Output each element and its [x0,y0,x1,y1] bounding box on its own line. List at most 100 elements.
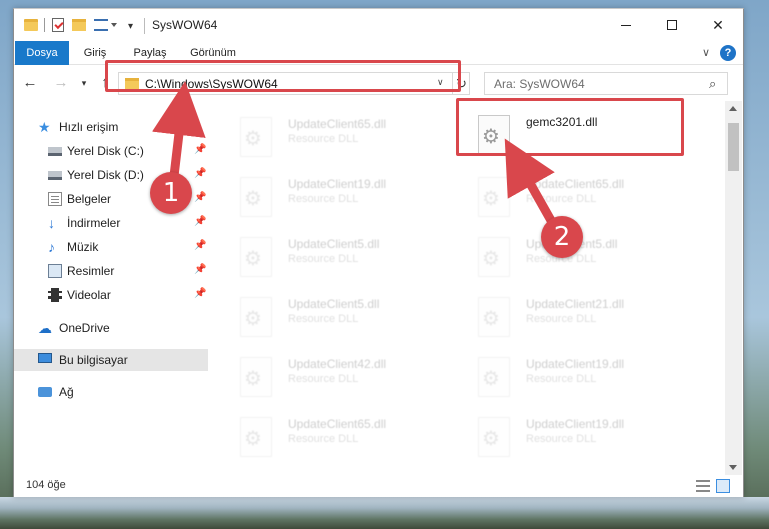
file-tile[interactable]: UpdateClient5.dll Resource DLL [232,289,462,345]
file-tile[interactable]: UpdateClient65.dll Resource DLL [470,169,700,225]
dll-file-icon [240,297,272,337]
pin-icon[interactable]: 📌 [194,240,206,251]
expand-ribbon-icon[interactable]: ∨ [702,46,710,59]
minimize-icon [621,24,631,26]
sidebar-item-network[interactable]: Ağ [14,381,208,403]
tab-share[interactable]: Paylaş [124,41,176,65]
folder-icon [125,78,139,89]
maximize-icon [667,20,677,30]
address-bar[interactable]: C:\Windows\SysWOW64 ∨ ↻ [118,72,470,95]
back-button[interactable]: ← [20,73,40,93]
search-placeholder: Ara: SysWOW64 [494,77,585,91]
tiles-view-icon[interactable] [716,479,730,493]
dll-file-icon [240,177,272,217]
pin-icon[interactable]: 📌 [194,288,206,299]
sidebar-item-pictures[interactable]: Resimler 📌 [14,260,208,282]
dll-file-icon [240,117,272,157]
file-tile[interactable]: UpdateClient42.dll Resource DLL [232,349,462,405]
file-tile[interactable]: UpdateClient19.dll Resource DLL [470,349,700,405]
sidebar-item-disk-c[interactable]: Yerel Disk (C:) 📌 [14,140,208,162]
dll-file-icon [478,297,510,337]
sidebar-item-music[interactable]: ♪ Müzik 📌 [14,236,208,258]
file-name: UpdateClient19.dll [526,357,625,371]
network-icon [38,387,52,397]
minimize-button[interactable] [603,9,649,41]
file-tile[interactable]: UpdateClient65.dll Resource DLL [232,109,462,165]
tab-file[interactable]: Dosya [15,41,69,65]
vertical-scrollbar[interactable] [725,101,742,475]
sidebar-item-label: Hızlı erişim [59,120,119,134]
sidebar-item-this-pc[interactable]: Bu bilgisayar [14,349,208,371]
forward-button[interactable]: → [51,73,71,93]
step-1-badge: 1 [150,172,192,214]
explorer-window: ▾ SysWOW64 ✕ Dosya Giriş Paylaş Görünüm … [13,8,744,497]
dll-file-icon [240,417,272,457]
help-icon[interactable]: ? [720,45,736,61]
pin-icon[interactable]: 📌 [194,144,206,155]
search-input[interactable]: Ara: SysWOW64 ⌕ [484,72,728,95]
item-count: 104 öğe [26,479,66,491]
sidebar-item-label: İndirmeler [67,216,121,230]
recent-locations-button[interactable]: ▾ [77,73,91,93]
scroll-down-icon[interactable] [729,465,737,470]
properties-icon[interactable] [52,18,64,32]
desktop-background [0,497,769,529]
file-tile[interactable]: UpdateClient19.dll Resource DLL [232,169,462,225]
pictures-icon [48,264,62,278]
file-type: Resource DLL [288,253,359,265]
pin-icon[interactable]: 📌 [194,168,206,179]
sidebar-item-videos[interactable]: Videolar 📌 [14,284,208,306]
up-button[interactable]: ↑ [95,73,115,93]
file-name: UpdateClient65.dll [288,117,387,131]
customize-toolbar-icon[interactable]: ▾ [128,21,133,37]
close-button[interactable]: ✕ [695,9,741,41]
sidebar-item-downloads[interactable]: ↓ İndirmeler 📌 [14,212,208,234]
file-name: UpdateClient42.dll [288,357,387,371]
file-name: UpdateClient5.dll [288,237,380,251]
refresh-button[interactable]: ↻ [452,73,470,94]
file-tile-gemc3201[interactable]: gemc3201.dll [470,107,700,163]
sidebar-item-quick-access[interactable]: ★ Hızlı erişim [14,116,208,138]
sidebar-item-label: Belgeler [67,192,112,206]
documents-icon [48,192,62,206]
dll-file-icon [478,237,510,277]
sidebar-item-label: Bu bilgisayar [59,353,128,367]
title-bar: ▾ SysWOW64 ✕ [14,9,743,41]
file-type: Resource DLL [526,433,597,445]
videos-icon [48,288,62,302]
pin-icon[interactable]: 📌 [194,264,206,275]
file-type: Resource DLL [526,373,597,385]
music-icon: ♪ [48,239,55,255]
file-name: UpdateClient19.dll [526,417,625,431]
tab-view[interactable]: Görünüm [182,41,244,65]
maximize-button[interactable] [649,9,695,41]
tab-home[interactable]: Giriş [70,41,120,65]
search-icon[interactable]: ⌕ [709,76,716,92]
file-tile[interactable]: UpdateClient5.dll Resource DLL [470,229,700,285]
scroll-up-icon[interactable] [729,106,737,111]
file-list: UpdateClient65.dll Resource DLL gemc3201… [220,101,725,475]
file-name: UpdateClient65.dll [288,417,387,431]
dll-file-icon [240,237,272,277]
file-type: Resource DLL [288,433,359,445]
folder-icon[interactable] [24,19,38,31]
new-folder-icon[interactable] [72,19,86,31]
details-view-icon[interactable] [696,480,710,492]
file-tile[interactable]: UpdateClient65.dll Resource DLL [232,409,462,465]
computer-icon [38,353,52,363]
file-tile[interactable]: UpdateClient21.dll Resource DLL [470,289,700,345]
address-path[interactable]: C:\Windows\SysWOW64 [145,77,278,91]
sidebar-item-label: Videolar [67,288,111,302]
file-tile[interactable]: UpdateClient19.dll Resource DLL [470,409,700,465]
disk-icon [48,171,62,180]
scroll-thumb[interactable] [728,123,739,171]
chevron-down-icon[interactable] [111,23,117,27]
dll-file-icon [478,177,510,217]
pin-icon[interactable]: 📌 [194,192,206,203]
file-tile[interactable]: UpdateClient5.dll Resource DLL [232,229,462,285]
view-icon[interactable] [94,19,108,31]
pin-icon[interactable]: 📌 [194,216,206,227]
address-dropdown-icon[interactable]: ∨ [437,77,444,88]
file-name: gemc3201.dll [526,115,598,129]
sidebar-item-onedrive[interactable]: ☁ OneDrive [14,317,208,339]
